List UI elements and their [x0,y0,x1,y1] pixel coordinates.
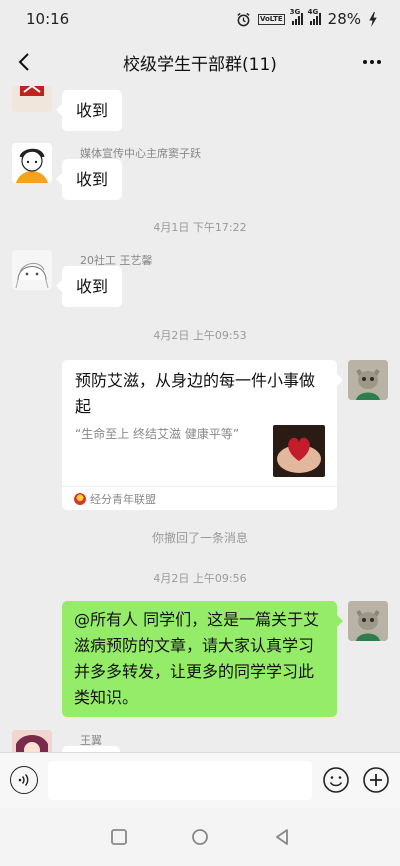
timestamp: 4月1日 下午17:22 [153,221,247,234]
self-avatar[interactable] [348,601,388,641]
chevron-left-icon [18,53,29,71]
nav-back-button[interactable] [273,828,291,846]
alarm-icon [237,12,250,26]
message-bubble[interactable]: @所有人 同学们，这是一篇关于艾滋病预防的文章，请大家认真学习并多多转发，让更多… [62,601,343,717]
emoji-button[interactable] [322,766,350,794]
avatar-image [348,360,388,400]
avatar-image [20,86,44,96]
system-message: 你撤回了一条消息 [151,531,248,545]
home-button[interactable] [191,828,209,846]
avatar[interactable] [12,250,52,290]
more-options-button[interactable] [358,48,386,76]
card-title: 预防艾滋，从身边的每一件小事做起 [75,371,316,416]
message-list[interactable]: 收到 媒体宣传中心主席窦子跃 收到 4月1日 下午17:22 20社工 王艺馨 … [0,86,400,752]
signal-3g-icon: 3G [290,8,303,25]
card-description: “生命至上 终结艾滋 健康平等” [75,427,240,441]
card-thumbnail [273,425,325,477]
status-bar: 10:16 VoLTE 3G 4G 28% [0,0,400,38]
avatar-image [12,730,52,752]
timestamp: 4月2日 上午09:56 [153,572,247,585]
link-card[interactable]: 预防艾滋，从身边的每一件小事做起 “生命至上 终结艾滋 健康平等” 经分青年联盟 [62,360,343,510]
signal-3g-label: 3G [289,8,301,16]
message-input[interactable] [48,761,312,800]
chat-header: 校级学生干部群(11) [0,38,400,86]
signal-4g-icon: 4G [308,8,321,25]
message-bubble[interactable]: 收到 [55,90,123,131]
charging-icon [369,11,377,27]
voice-icon [18,774,29,786]
avatar-image [16,148,48,183]
message-bubble[interactable]: 收到 [55,159,123,200]
card-source: 经分青年联盟 [62,486,337,510]
card-source-name: 经分青年联盟 [90,492,156,506]
input-bar [0,752,400,808]
avatar[interactable] [12,86,52,112]
message-bubble[interactable]: 收到 [55,266,123,307]
signal-4g-label: 4G [307,8,319,16]
battery-level: 28% [327,10,361,28]
source-logo-icon [74,492,86,505]
avatar[interactable] [12,730,52,752]
recent-apps-button[interactable] [110,828,128,846]
status-icons: VoLTE 3G 4G 28% [236,8,378,28]
avatar-image [15,263,49,289]
self-avatar[interactable] [348,360,388,400]
system-nav-bar [0,808,400,866]
more-dots-icon [363,60,381,64]
avatar[interactable] [12,143,52,183]
volte-badge: VoLTE [257,13,285,25]
more-functions-button[interactable] [362,766,390,794]
voice-input-button[interactable] [10,766,38,794]
avatar-image [348,601,388,641]
back-button[interactable] [10,48,38,76]
chat-title: 校级学生干部群(11) [123,54,277,75]
status-time: 10:16 [26,10,70,28]
timestamp: 4月2日 上午09:53 [153,329,247,342]
